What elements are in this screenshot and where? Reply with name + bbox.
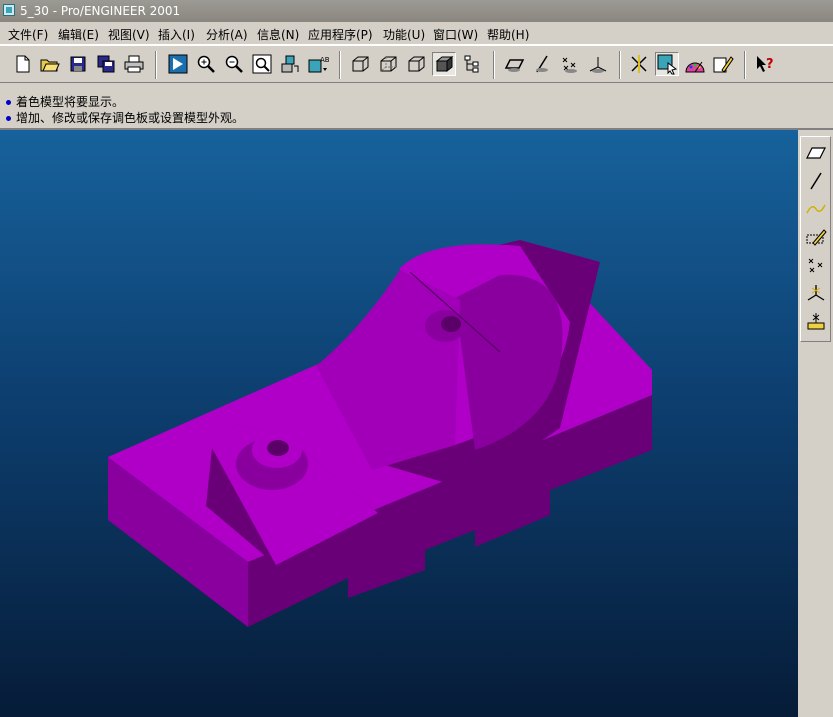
shading-icon <box>435 55 454 73</box>
menu-insert[interactable]: 插入(I) <box>158 26 195 43</box>
shaded-model <box>108 240 652 627</box>
sketched-curve-tool-button[interactable] <box>804 225 828 249</box>
analysis-tool-icon <box>807 313 825 330</box>
menu-edit[interactable]: 编辑(E) <box>58 26 99 43</box>
toolbar-separator <box>339 51 341 79</box>
open-file-button[interactable] <box>38 52 62 76</box>
edit-appearance-button[interactable] <box>711 52 735 76</box>
axis-tool-icon <box>810 172 822 190</box>
message-line: 增加、修改或保存调色板或设置模型外观。 <box>6 109 244 126</box>
menu-help[interactable]: 帮助(H) <box>487 26 529 43</box>
csys-tool-icon <box>807 285 825 301</box>
window-title: 5_30 - Pro/ENGINEER 2001 <box>20 4 181 18</box>
coordinate-system-icon <box>589 57 607 73</box>
graphics-viewport[interactable] <box>0 130 798 717</box>
main-toolbar: AB ? <box>0 45 833 83</box>
pencil-edit-icon <box>713 56 734 73</box>
menu-bar: 文件(F) 编辑(E) 视图(V) 插入(I) 分析(A) 信息(N) 应用程序… <box>0 22 833 45</box>
orient-button[interactable] <box>278 52 302 76</box>
save-copy-icon <box>97 55 115 73</box>
color-palette-icon <box>685 61 705 73</box>
saved-views-button[interactable]: AB <box>306 52 330 76</box>
help-pointer-icon: ? <box>757 56 774 72</box>
datum-plane-display-button[interactable] <box>502 52 526 76</box>
save-disk-icon <box>70 56 86 72</box>
orient-icon <box>281 55 299 73</box>
message-line: 着色模型将要显示。 <box>6 93 124 110</box>
refit-icon <box>252 54 272 74</box>
menu-file[interactable]: 文件(F) <box>8 26 48 43</box>
wireframe-icon <box>352 56 369 72</box>
coordinate-system-display-button[interactable] <box>586 52 610 76</box>
no-hidden-button[interactable] <box>404 52 428 76</box>
menu-info[interactable]: 信息(N) <box>257 26 299 43</box>
zoom-out-button[interactable] <box>222 52 246 76</box>
datum-point-tool-button[interactable] <box>804 253 828 277</box>
hidden-line-button[interactable] <box>376 52 400 76</box>
refit-button[interactable] <box>250 52 274 76</box>
open-folder-icon <box>40 59 60 72</box>
printer-icon <box>124 55 144 73</box>
coordinate-system-tool-button[interactable] <box>804 281 828 305</box>
toolbar-separator <box>619 51 621 79</box>
plane-tool-icon <box>806 147 826 159</box>
svg-text:AB: AB <box>320 56 329 64</box>
app-icon <box>3 4 15 16</box>
menu-analysis[interactable]: 分析(A) <box>206 26 248 43</box>
datum-axis-icon <box>536 55 548 73</box>
toolbar-separator <box>744 51 746 79</box>
menu-utilities[interactable]: 功能(U) <box>383 26 425 43</box>
menu-applications[interactable]: 应用程序(P) <box>308 26 373 43</box>
zoom-out-icon <box>225 55 243 73</box>
hidden-line-icon <box>380 56 397 72</box>
curve-tool-icon <box>806 204 826 214</box>
save-button[interactable] <box>66 52 90 76</box>
new-file-icon <box>16 55 30 73</box>
toolbar-separator <box>155 51 157 79</box>
model-tree-icon <box>464 55 479 73</box>
model-tree-button[interactable] <box>460 52 484 76</box>
datum-point-icon <box>562 57 577 73</box>
menu-view[interactable]: 视图(V) <box>108 26 150 43</box>
spin-center-icon <box>657 54 678 75</box>
menu-window[interactable]: 窗口(W) <box>433 26 478 43</box>
datum-plane-tool-button[interactable] <box>804 141 828 165</box>
datum-curve-tool-button[interactable] <box>804 197 828 221</box>
new-file-button[interactable] <box>11 52 35 76</box>
redraw-icon <box>168 54 188 74</box>
no-hidden-icon <box>408 56 425 72</box>
redraw-button[interactable] <box>166 52 190 76</box>
toolbar-separator <box>493 51 495 79</box>
svg-text:?: ? <box>766 57 774 72</box>
point-tool-icon <box>808 258 823 273</box>
title-bar: 5_30 - Pro/ENGINEER 2001 <box>0 0 833 22</box>
appearance-button[interactable] <box>683 52 707 76</box>
bullet-icon <box>6 100 11 105</box>
datum-on-off-button[interactable] <box>627 52 651 76</box>
save-copy-button[interactable] <box>94 52 118 76</box>
zoom-in-icon <box>197 55 215 73</box>
datum-toggle-icon <box>631 55 647 73</box>
print-button[interactable] <box>122 52 146 76</box>
saved-views-icon: AB <box>308 56 329 73</box>
zoom-in-button[interactable] <box>194 52 218 76</box>
spin-center-button[interactable] <box>655 52 679 76</box>
datum-plane-icon <box>504 59 525 72</box>
wireframe-button[interactable] <box>348 52 372 76</box>
sketch-tool-icon <box>806 229 827 246</box>
datum-toolbar <box>798 130 833 717</box>
shading-button[interactable] <box>432 52 456 76</box>
analysis-feature-tool-button[interactable] <box>804 309 828 333</box>
message-area: 着色模型将要显示。 增加、修改或保存调色板或设置模型外观。 <box>0 84 833 130</box>
datum-axis-tool-button[interactable] <box>804 169 828 193</box>
bullet-icon <box>6 116 11 121</box>
context-help-button[interactable]: ? <box>753 52 777 76</box>
datum-axis-display-button[interactable] <box>530 52 554 76</box>
datum-tools-panel <box>800 136 831 342</box>
datum-point-display-button[interactable] <box>558 52 582 76</box>
